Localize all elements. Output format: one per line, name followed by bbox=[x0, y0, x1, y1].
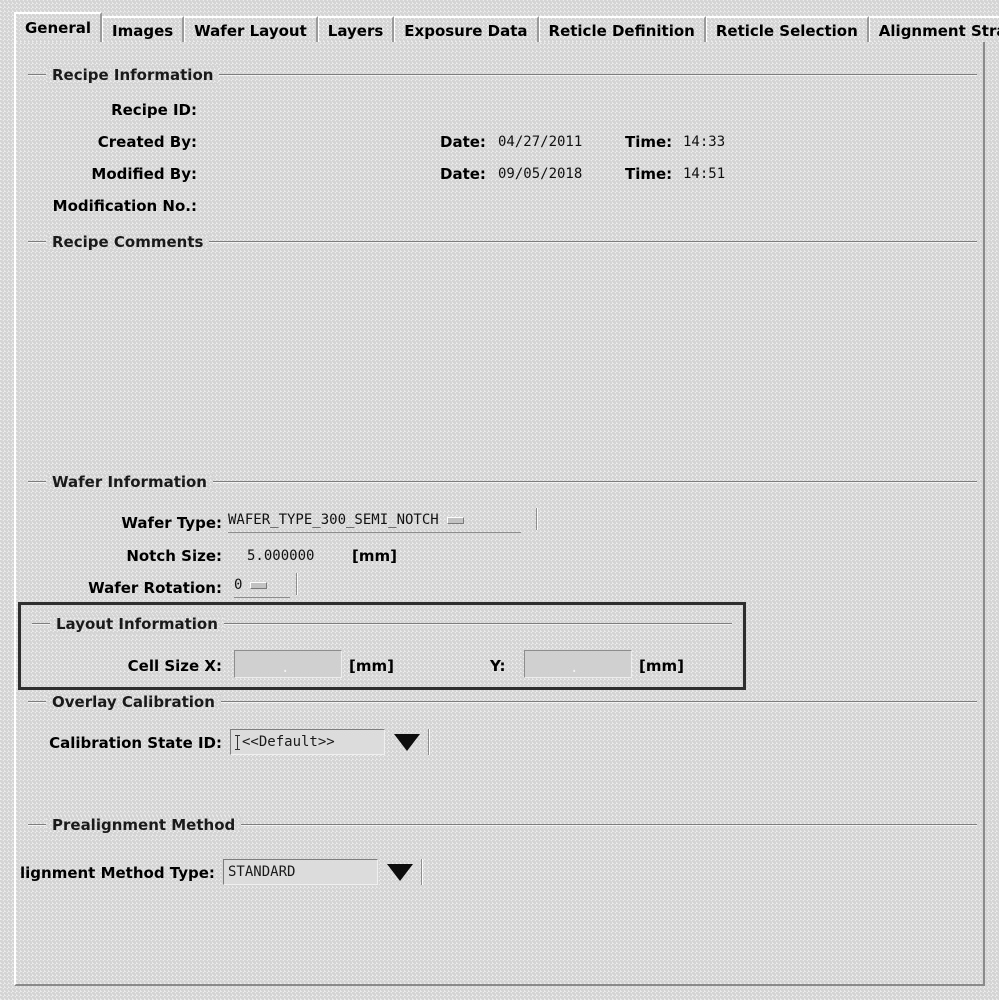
group-etch-stub bbox=[34, 824, 44, 826]
group-etch-stub bbox=[34, 241, 44, 243]
tab-bar: General Images Wafer Layout Layers Expos… bbox=[14, 12, 999, 42]
group-layout-information: Layout Information bbox=[32, 615, 732, 635]
wafer-rotation-option-menu[interactable]: 0 bbox=[234, 573, 290, 598]
cell-size-x-label: Cell Size X: bbox=[127, 657, 222, 675]
cell-size-y-label: Y: bbox=[490, 657, 506, 675]
created-date-value: 04/27/2011 bbox=[498, 134, 583, 150]
modification-no-label: Modification No.: bbox=[52, 197, 197, 215]
wafer-type-label: Wafer Type: bbox=[121, 514, 222, 532]
calibration-state-id-combo[interactable]: <<Default>> bbox=[230, 729, 430, 755]
notch-size-units: [mm] bbox=[352, 547, 397, 565]
modified-time-value: 14:51 bbox=[683, 166, 726, 182]
calibration-state-id-dropdown-button[interactable] bbox=[392, 729, 430, 755]
prealignment-method-type-dropdown-button[interactable] bbox=[385, 859, 423, 885]
tab-reticle-definition-label: Reticle Definition bbox=[548, 22, 695, 40]
tab-alignment-strategies-label: Alignment Strategies bbox=[878, 22, 999, 40]
calibration-state-id-field[interactable]: <<Default>> bbox=[230, 729, 385, 755]
wafer-type-separator bbox=[536, 508, 538, 530]
text-caret-icon bbox=[235, 734, 241, 750]
recipe-editor-window: General Images Wafer Layout Layers Expos… bbox=[0, 0, 999, 1000]
created-date-label: Date: bbox=[440, 133, 486, 151]
group-recipe-information-title: Recipe Information bbox=[46, 66, 220, 84]
cell-size-y-value: . bbox=[570, 660, 579, 676]
created-time-label: Time: bbox=[625, 133, 673, 151]
prealignment-method-type-value: STANDARD bbox=[228, 864, 296, 880]
tab-layers-label: Layers bbox=[327, 22, 384, 40]
calibration-state-id-label: Calibration State ID: bbox=[49, 734, 222, 752]
tab-general-label: General bbox=[25, 19, 91, 37]
wafer-type-value: WAFER_TYPE_300_SEMI_NOTCH bbox=[228, 512, 439, 528]
calibration-state-id-value: <<Default>> bbox=[242, 734, 335, 750]
modified-by-label: Modified By: bbox=[91, 165, 197, 183]
notch-size-value: 5.000000 bbox=[247, 548, 315, 564]
group-overlay-calibration: Overlay Calibration bbox=[28, 693, 977, 713]
combo-edge-separator bbox=[421, 859, 423, 885]
chevron-down-icon bbox=[394, 733, 420, 751]
prealignment-method-type-combo[interactable]: STANDARD bbox=[223, 859, 423, 885]
recipe-id-label: Recipe ID: bbox=[111, 101, 197, 119]
modified-date-value: 09/05/2018 bbox=[498, 166, 583, 182]
tab-wafer-layout[interactable]: Wafer Layout bbox=[184, 16, 318, 42]
tab-general[interactable]: General bbox=[14, 12, 102, 42]
cell-size-x-units: [mm] bbox=[349, 657, 394, 675]
tab-alignment-strategies[interactable]: Alignment Strategies bbox=[868, 16, 999, 42]
group-prealignment-method: Prealignment Method bbox=[28, 816, 977, 836]
group-etch-stub bbox=[34, 74, 44, 76]
group-wafer-information: Wafer Information bbox=[28, 473, 977, 493]
created-by-label: Created By: bbox=[97, 133, 197, 151]
option-menu-indicator-icon bbox=[446, 516, 464, 524]
tab-reticle-definition[interactable]: Reticle Definition bbox=[538, 16, 706, 42]
recipe-comments-textarea[interactable] bbox=[30, 256, 975, 461]
tab-images-label: Images bbox=[112, 22, 174, 40]
tab-wafer-layout-label: Wafer Layout bbox=[194, 22, 307, 40]
wafer-rotation-value: 0 bbox=[234, 577, 243, 593]
tab-reticle-selection[interactable]: Reticle Selection bbox=[705, 16, 869, 42]
tab-layers[interactable]: Layers bbox=[317, 16, 395, 42]
modified-time-label: Time: bbox=[625, 165, 673, 183]
notch-size-label: Notch Size: bbox=[126, 547, 222, 565]
group-layout-information-title: Layout Information bbox=[50, 615, 224, 633]
combo-edge-separator bbox=[428, 729, 430, 755]
created-time-value: 14:33 bbox=[683, 134, 726, 150]
prealignment-method-type-label: lignment Method Type: bbox=[20, 864, 215, 882]
tab-exposure-data[interactable]: Exposure Data bbox=[394, 16, 539, 42]
group-etch-stub bbox=[34, 481, 44, 483]
cell-size-x-value: . bbox=[281, 660, 290, 676]
group-etch-stub bbox=[38, 623, 48, 625]
wafer-rotation-label: Wafer Rotation: bbox=[88, 579, 222, 597]
group-wafer-information-title: Wafer Information bbox=[46, 473, 213, 491]
group-recipe-comments-title: Recipe Comments bbox=[46, 233, 210, 251]
cell-size-y-units: [mm] bbox=[639, 657, 684, 675]
option-menu-indicator-icon bbox=[250, 581, 268, 589]
group-recipe-comments: Recipe Comments bbox=[28, 233, 977, 253]
tab-exposure-data-label: Exposure Data bbox=[404, 22, 528, 40]
tab-images[interactable]: Images bbox=[102, 16, 185, 42]
group-etch-stub bbox=[34, 701, 44, 703]
modified-date-label: Date: bbox=[440, 165, 486, 183]
chevron-down-icon bbox=[387, 863, 413, 881]
wafer-type-option-menu[interactable]: WAFER_TYPE_300_SEMI_NOTCH bbox=[228, 508, 521, 533]
group-prealignment-method-title: Prealignment Method bbox=[46, 816, 242, 834]
prealignment-method-type-field[interactable]: STANDARD bbox=[223, 859, 378, 885]
group-recipe-information: Recipe Information bbox=[28, 66, 977, 86]
wafer-rotation-separator bbox=[296, 573, 298, 595]
group-overlay-calibration-title: Overlay Calibration bbox=[46, 693, 221, 711]
tab-reticle-selection-label: Reticle Selection bbox=[715, 22, 858, 40]
